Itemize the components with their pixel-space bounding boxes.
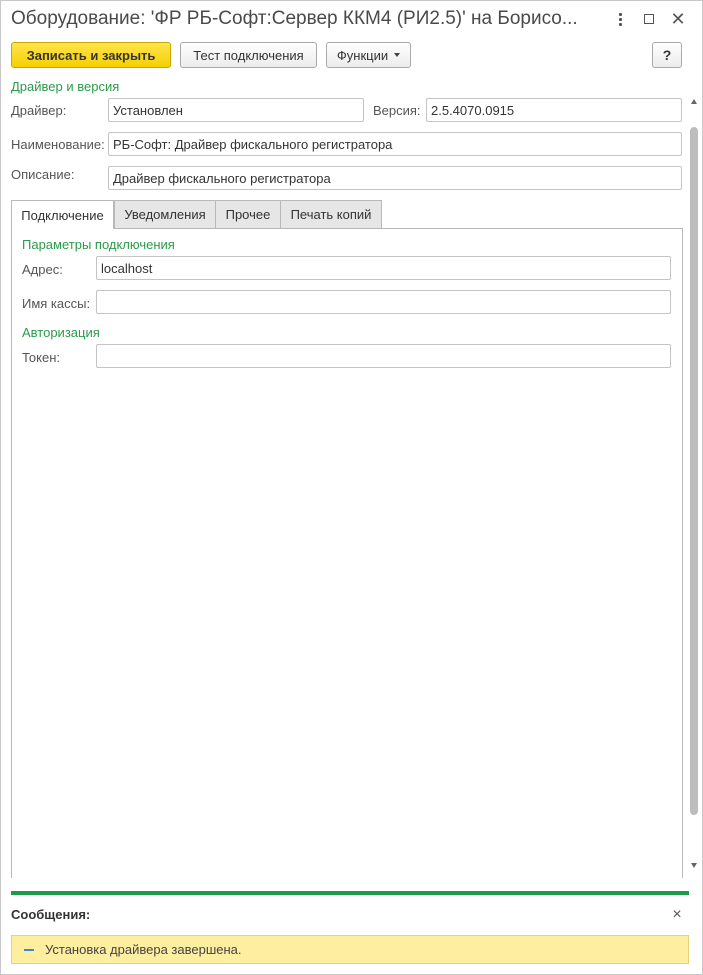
tab-notifications[interactable]: Уведомления [114, 200, 216, 228]
driver-field[interactable]: Установлен [108, 98, 364, 122]
more-actions-button[interactable] [609, 8, 631, 30]
arrow-up-icon [691, 98, 697, 104]
message-item[interactable]: Установка драйвера завершена. [11, 935, 689, 964]
description-label: Описание: [11, 167, 75, 182]
tab-other[interactable]: Прочее [215, 200, 281, 228]
functions-label: Функции [336, 47, 389, 63]
kebab-icon [618, 12, 622, 26]
token-field[interactable] [96, 344, 671, 368]
functions-menu-button[interactable]: Функции [326, 42, 411, 68]
tab-print-copies[interactable]: Печать копий [280, 200, 382, 228]
name-label: Наименование: [11, 137, 105, 152]
scrollbar-thumb[interactable] [690, 127, 698, 815]
connection-tab-panel: Параметры подключения Адрес: localhost И… [11, 228, 683, 878]
close-messages-button[interactable]: × [670, 906, 684, 924]
close-icon: × [672, 906, 682, 923]
title-bar: Оборудование: 'ФР РБ-Софт:Сервер ККМ4 (Р… [1, 1, 702, 37]
vertical-scrollbar[interactable] [689, 97, 699, 872]
maximize-icon [644, 14, 654, 24]
message-dash-icon [24, 948, 34, 951]
equipment-window: Оборудование: 'ФР РБ-Софт:Сервер ККМ4 (Р… [0, 0, 703, 975]
connection-params-title: Параметры подключения [22, 237, 175, 252]
version-label: Версия: [373, 103, 421, 118]
save-and-close-button[interactable]: Записать и закрыть [11, 42, 171, 68]
scroll-up-button[interactable] [689, 97, 699, 105]
token-label: Токен: [22, 350, 61, 365]
help-button[interactable]: ? [652, 42, 682, 68]
maximize-button[interactable] [638, 8, 660, 30]
test-connection-button[interactable]: Тест подключения [180, 42, 317, 68]
driver-group-title: Драйвер и версия [11, 79, 120, 94]
name-field[interactable]: РБ-Софт: Драйвер фискального регистратор… [108, 132, 682, 156]
messages-title: Сообщения: [11, 907, 91, 922]
authorization-title: Авторизация [22, 325, 100, 340]
scroll-down-button[interactable] [689, 861, 699, 869]
tab-connection[interactable]: Подключение [11, 200, 114, 229]
description-field[interactable]: Драйвер фискального регистратора [108, 166, 682, 190]
cashier-name-label: Имя кассы: [22, 296, 91, 311]
address-label: Адрес: [22, 262, 63, 277]
close-icon: ✕ [670, 8, 686, 29]
address-field[interactable]: localhost [96, 256, 671, 280]
close-window-button[interactable]: ✕ [667, 8, 689, 30]
chevron-down-icon [394, 53, 401, 57]
message-text: Установка драйвера завершена. [45, 942, 242, 957]
messages-divider [11, 891, 689, 895]
window-title: Оборудование: 'ФР РБ-Софт:Сервер ККМ4 (Р… [11, 8, 578, 29]
cashier-name-field[interactable] [96, 290, 671, 314]
driver-label: Драйвер: [11, 103, 67, 118]
version-field[interactable]: 2.5.4070.0915 [426, 98, 682, 122]
arrow-down-icon [691, 862, 697, 868]
